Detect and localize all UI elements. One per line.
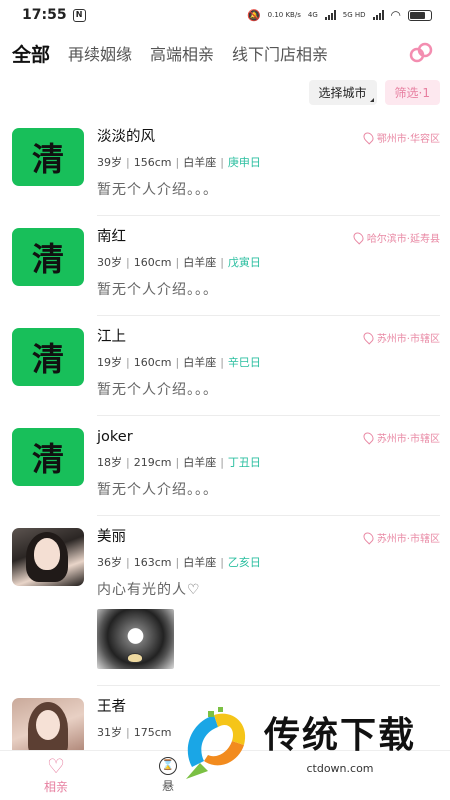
ctdown-logo-icon [186,707,246,779]
list-item[interactable]: 清 南红 30岁 | 160cm | 白羊座 | 戊寅日 暂无个人介绍。。。 哈尔滨市·延寿… [0,216,450,316]
user-location: 哈尔滨市·延寿县 [351,230,440,245]
user-sign: 白羊座 [183,556,217,569]
user-age: 30岁 [97,256,122,269]
avatar[interactable] [12,698,84,756]
nfc-icon: N [72,8,86,22]
user-meta: 36岁 | 163cm | 白羊座 | 乙亥日 [97,556,261,569]
location-pin-icon [351,230,366,245]
user-day: 辛巳日 [227,356,261,369]
location-text: 苏州市·市辖区 [376,534,440,545]
user-bio: 内心有光的人♡ [97,582,201,598]
post-image[interactable] [97,609,174,669]
filter-bar: 选择城市 筛选·1 [0,76,450,108]
user-height: 156cm [133,156,172,169]
status-time: 17:55 [22,7,67,23]
user-height: 160cm [133,356,172,369]
avatar[interactable]: 清 [12,228,84,286]
user-height: 160cm [133,256,172,269]
user-height: 175cm [133,726,172,739]
list-item[interactable]: 清 joker 18岁 | 219cm | 白羊座 | 丁丑日 暂无个人介绍。。。 苏州市·… [0,416,450,516]
list-item[interactable]: 清 淡淡的风 39岁 | 156cm | 白羊座 | 庚申日 暂无个人介绍。。。 鄂州市·华… [0,116,450,216]
tab-high-end[interactable]: 高端相亲 [150,41,214,65]
location-pin-icon [361,130,376,145]
watermark-url: ctdown.com [306,761,374,775]
user-info: 江上 19岁 | 160cm | 白羊座 | 辛巳日 暂无个人介绍。。。 苏州市·市辖区 [97,328,440,416]
signal-label-2: 5G HD [342,11,366,19]
user-age: 18岁 [97,456,122,469]
user-sign: 白羊座 [183,456,217,469]
location-text: 哈尔滨市·延寿县 [366,234,440,245]
user-age: 36岁 [97,556,122,569]
user-location: 苏州市·市辖区 [361,330,440,345]
user-location: 鄂州市·华容区 [361,130,440,145]
watermark-text: 传统下载 ctdown.com [264,714,416,775]
user-bio: 暂无个人介绍。。。 [97,482,218,498]
heart-icon: ♡ [47,754,65,778]
user-location: 苏州市·市辖区 [361,430,440,445]
user-meta: 39岁 | 156cm | 白羊座 | 庚申日 [97,156,261,169]
list-item[interactable]: 清 江上 19岁 | 160cm | 白羊座 | 辛巳日 暂无个人介绍。。。 苏州市·市辖区 [0,316,450,416]
watermark: 传统下载 ctdown.com [178,702,446,786]
user-list: 清 淡淡的风 39岁 | 156cm | 白羊座 | 庚申日 暂无个人介绍。。。 鄂州市·华… [0,116,450,756]
user-meta: 18岁 | 219cm | 白羊座 | 丁丑日 [97,456,261,469]
user-info: 美丽 36岁 | 163cm | 白羊座 | 乙亥日 内心有光的人♡ 苏州市·市辖区 [97,528,440,686]
user-age: 19岁 [97,356,122,369]
location-pin-icon [361,530,376,545]
signal-icon [324,10,336,20]
battery-icon [408,9,432,21]
filter-button[interactable]: 筛选·1 [384,79,440,105]
bottom-tab-label: 相亲 [43,780,68,794]
tab-all[interactable]: 全部 [12,40,51,67]
user-sign: 白羊座 [183,156,217,169]
user-sign: 白羊座 [183,256,217,269]
location-text: 苏州市·市辖区 [376,434,440,445]
location-text: 鄂州市·华容区 [376,134,440,145]
watermark-title: 传统下载 [264,714,417,756]
user-height: 219cm [133,456,172,469]
user-info: joker 18岁 | 219cm | 白羊座 | 丁丑日 暂无个人介绍。。。 苏州市·市辖… [97,428,440,516]
user-sign: 白羊座 [183,356,217,369]
user-bio: 暂无个人介绍。。。 [97,182,218,198]
user-day: 乙亥日 [227,556,261,569]
user-info: 南红 30岁 | 160cm | 白羊座 | 戊寅日 暂无个人介绍。。。 哈尔滨市·延寿县 [97,228,440,316]
user-location: 苏州市·市辖区 [361,530,440,545]
user-day: 丁丑日 [227,456,261,469]
avatar[interactable]: 清 [12,128,84,186]
status-left: 17:55 N [22,7,86,23]
tab-remarriage[interactable]: 再续姻缘 [68,41,132,65]
user-bio: 暂无个人介绍。。。 [97,282,218,298]
bottom-tab-matchmaking[interactable]: ♡ 相亲 [0,751,112,800]
tab-offline-store[interactable]: 线下门店相亲 [232,41,328,65]
user-age: 39岁 [97,156,122,169]
status-bar: 17:55 N 🔕 0.10 KB/s 4G 5G HD ◠ [0,0,450,30]
status-right: 🔕 0.10 KB/s 4G 5G HD ◠ [247,8,432,22]
location-pin-icon [361,330,376,345]
location-pin-icon [361,430,376,445]
list-item[interactable]: 美丽 36岁 | 163cm | 白羊座 | 乙亥日 内心有光的人♡ 苏州市·市辖区 [0,516,450,686]
signal-icon-2 [372,10,384,20]
select-city-button[interactable]: 选择城市 [308,79,377,105]
mute-icon: 🔕 [246,8,261,22]
user-meta: 19岁 | 160cm | 白羊座 | 辛巳日 [97,356,261,369]
wifi-icon: ◠ [390,8,401,22]
category-tabs: 全部 再续姻缘 高端相亲 线下门店相亲 [0,30,450,76]
avatar[interactable]: 清 [12,428,84,486]
location-text: 苏州市·市辖区 [376,334,440,345]
user-info: 淡淡的风 39岁 | 156cm | 白羊座 | 庚申日 暂无个人介绍。。。 鄂州市·华容区 [97,128,440,216]
user-height: 163cm [133,556,172,569]
match-icon[interactable] [408,40,434,66]
bottom-tab-label: 悬 [161,779,174,793]
avatar[interactable] [12,528,84,586]
user-bio: 暂无个人介绍。。。 [97,382,218,398]
clock-icon: ⌛ [159,757,177,775]
signal-label-1: 4G [307,11,318,19]
avatar[interactable]: 清 [12,328,84,386]
network-speed: 0.10 KB/s [267,11,301,19]
user-age: 31岁 [97,726,122,739]
user-day: 庚申日 [227,156,261,169]
user-meta: 30岁 | 160cm | 白羊座 | 戊寅日 [97,256,261,269]
user-day: 戊寅日 [227,256,261,269]
